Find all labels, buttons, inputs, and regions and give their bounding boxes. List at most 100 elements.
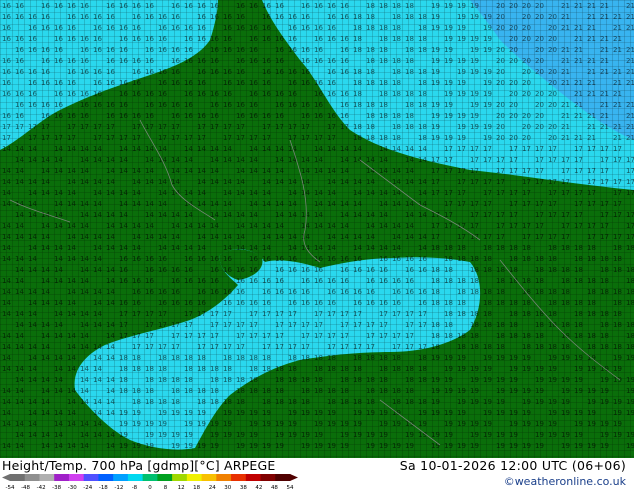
contour-label: 18 xyxy=(392,79,401,87)
contour-label: 17 xyxy=(366,343,375,351)
contour-label: 19 xyxy=(470,101,479,109)
contour-label: 14 xyxy=(249,222,258,230)
contour-label: 19 xyxy=(587,409,596,417)
contour-label: 16 xyxy=(132,13,141,21)
contour-label: 14 xyxy=(2,189,11,197)
contour-label: 14 xyxy=(54,420,63,428)
contour-label: 17 xyxy=(522,145,531,153)
contour-label: 14 xyxy=(2,365,11,373)
contour-label: 16 xyxy=(41,13,50,21)
contour-label: 19 xyxy=(483,35,492,43)
colorbar-tick-label: 42 xyxy=(255,485,262,490)
contour-label: 21 xyxy=(574,46,583,54)
contour-label: 21 xyxy=(574,101,583,109)
colorbar-swatch xyxy=(201,474,217,481)
credit-link[interactable]: ©weatheronline.co.uk xyxy=(504,475,626,488)
contour-label: 21 xyxy=(626,24,634,32)
contour-label: 19 xyxy=(470,442,479,450)
contour-label: 14 xyxy=(80,398,89,406)
contour-label: 16 xyxy=(379,255,388,263)
contour-label: 19 xyxy=(561,354,570,362)
contour-label: 14 xyxy=(28,145,37,153)
contour-label: 17 xyxy=(197,343,206,351)
contour-label: 17 xyxy=(626,222,634,230)
contour-label: 16 xyxy=(15,68,24,76)
contour-label: 16 xyxy=(327,277,336,285)
contour-label: 21 xyxy=(613,68,622,76)
contour-label: 20 xyxy=(509,35,518,43)
contour-label: 16 xyxy=(340,112,349,120)
contour-label: 14 xyxy=(119,222,128,230)
contour-label: 19 xyxy=(249,409,258,417)
contour-label: 19 xyxy=(236,442,245,450)
contour-label: 21 xyxy=(561,2,570,10)
contour-label: 14 xyxy=(41,354,50,362)
contour-label: 17 xyxy=(509,156,518,164)
contour-label: 14 xyxy=(223,211,232,219)
contour-label: 20 xyxy=(496,123,505,131)
contour-label: 16 xyxy=(275,112,284,120)
contour-label: 14 xyxy=(80,343,89,351)
contour-label: 17 xyxy=(132,343,141,351)
contour-label: 19 xyxy=(457,112,466,120)
contour-label: 14 xyxy=(171,178,180,186)
contour-label: 14 xyxy=(67,178,76,186)
contour-label: 16 xyxy=(158,68,167,76)
contour-label: 16 xyxy=(171,299,180,307)
contour-label: 19 xyxy=(457,398,466,406)
contour-label: 19 xyxy=(561,431,570,439)
contour-label: 18 xyxy=(158,376,167,384)
contour-label: 14 xyxy=(132,145,141,153)
contour-label: 16 xyxy=(171,57,180,65)
contour-label: 16 xyxy=(54,79,63,87)
contour-label: 19 xyxy=(457,420,466,428)
contour-label: 14 xyxy=(314,189,323,197)
contour-label: 21 xyxy=(561,57,570,65)
contour-label: 14 xyxy=(197,189,206,197)
contour-label: 16 xyxy=(171,101,180,109)
contour-label: 14 xyxy=(2,332,11,340)
contour-label: 18 xyxy=(522,277,531,285)
contour-label: 14 xyxy=(2,409,11,417)
contour-label: 18 xyxy=(366,79,375,87)
contour-label: 14 xyxy=(392,222,401,230)
contour-label: 21 xyxy=(561,112,570,120)
contour-label: 19 xyxy=(457,409,466,417)
contour-label: 18 xyxy=(457,299,466,307)
contour-label: 18 xyxy=(457,332,466,340)
contour-label: 17 xyxy=(145,343,154,351)
contour-label: 18 xyxy=(457,343,466,351)
forecast-timestamp: Sa 10-01-2026 12:00 UTC (06+06) xyxy=(399,458,626,473)
contour-label: 19 xyxy=(535,420,544,428)
contour-label: 18 xyxy=(561,332,570,340)
contour-label: 16 xyxy=(275,101,284,109)
contour-label: 19 xyxy=(483,90,492,98)
colorbar-swatch xyxy=(127,474,144,481)
contour-label: 19 xyxy=(457,2,466,10)
contour-label: 18 xyxy=(405,398,414,406)
contour-label: 14 xyxy=(327,145,336,153)
contour-label: 16 xyxy=(405,288,414,296)
contour-label: 19 xyxy=(236,409,245,417)
contour-label: 17 xyxy=(574,189,583,197)
contour-label: 19 xyxy=(171,442,180,450)
contour-label: 19 xyxy=(496,387,505,395)
contour-label: 21 xyxy=(626,2,634,10)
contour-label: 18 xyxy=(392,365,401,373)
contour-label: 18 xyxy=(431,277,440,285)
contour-label: 17 xyxy=(470,156,479,164)
contour-label: 17 xyxy=(197,310,206,318)
contour-label: 18 xyxy=(379,134,388,142)
contour-label: 16 xyxy=(340,277,349,285)
contour-label: 16 xyxy=(119,79,128,87)
contour-label: 18 xyxy=(574,255,583,263)
contour-label: 14 xyxy=(28,398,37,406)
contour-label: 17 xyxy=(548,200,557,208)
contour-label: 19 xyxy=(535,376,544,384)
contour-label: 19 xyxy=(366,409,375,417)
contour-label: 18 xyxy=(392,134,401,142)
contour-label: 14 xyxy=(80,387,89,395)
contour-label: 16 xyxy=(340,68,349,76)
colorbar-tick-label: 8 xyxy=(164,485,168,490)
contour-label: 17 xyxy=(392,332,401,340)
